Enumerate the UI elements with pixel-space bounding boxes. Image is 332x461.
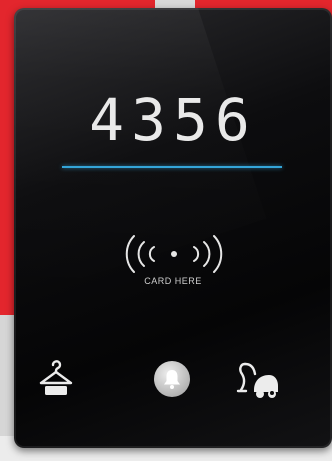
card-here-label: CARD HERE [144,276,202,286]
vacuum-cleaner-icon[interactable] [236,358,280,400]
hanger-icon[interactable] [36,358,76,398]
rfid-waves-icon [125,235,223,273]
door-display-panel: 4356 CARD HERE [14,8,332,448]
room-number: 4356 [89,86,257,154]
bell-button[interactable] [154,361,190,397]
bell-icon [164,370,180,389]
room-number-underline [62,166,282,168]
